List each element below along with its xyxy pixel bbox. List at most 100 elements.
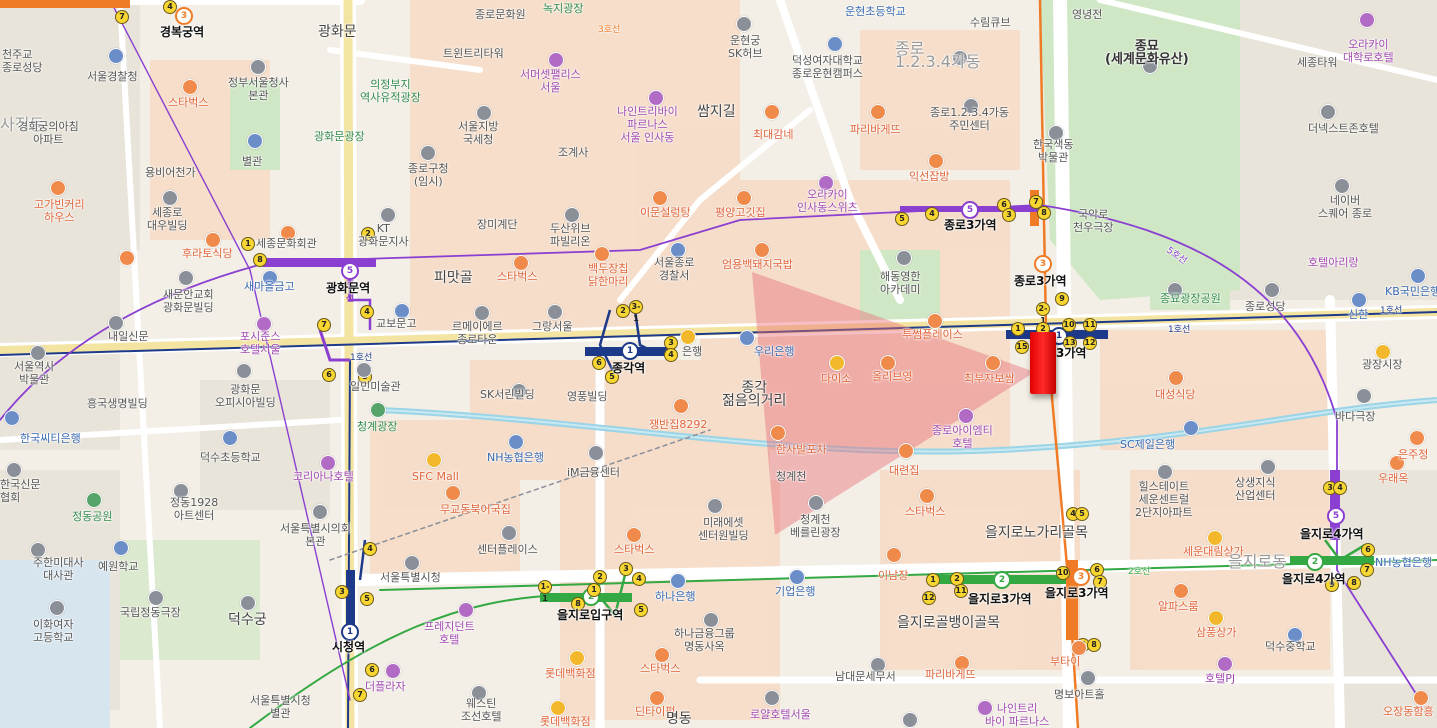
- restaurant-icon[interactable]: [1409, 430, 1425, 446]
- building-icon[interactable]: [501, 525, 517, 541]
- building-icon[interactable]: [896, 250, 912, 266]
- bank-icon[interactable]: [1410, 268, 1426, 284]
- hotel-icon[interactable]: [1359, 12, 1375, 28]
- bank-icon[interactable]: [508, 434, 524, 450]
- building-icon[interactable]: [588, 445, 604, 461]
- bank-icon[interactable]: [1351, 292, 1367, 308]
- label-deoksu-elem: 덕수초등학교: [200, 451, 261, 464]
- building-icon[interactable]: [703, 612, 719, 628]
- building-icon[interactable]: [312, 504, 328, 520]
- shop-icon[interactable]: [880, 355, 896, 371]
- cafe-icon[interactable]: [626, 527, 642, 543]
- building-icon[interactable]: [808, 495, 824, 511]
- cafe-icon[interactable]: [919, 488, 935, 504]
- building-icon[interactable]: [1260, 459, 1276, 475]
- restaurant-icon[interactable]: [652, 190, 668, 206]
- convenience-icon[interactable]: [680, 329, 696, 345]
- hotel-icon[interactable]: [648, 90, 664, 106]
- building-icon[interactable]: [476, 105, 492, 121]
- building-icon[interactable]: [1334, 178, 1350, 194]
- building-icon[interactable]: [736, 16, 752, 32]
- restaurant-icon[interactable]: [1173, 583, 1189, 599]
- restaurant-icon[interactable]: [928, 153, 944, 169]
- school-icon[interactable]: [827, 36, 843, 52]
- bank-icon[interactable]: [789, 569, 805, 585]
- hotel-icon[interactable]: [958, 408, 974, 424]
- building-icon[interactable]: [1320, 104, 1336, 120]
- hotel-icon[interactable]: [458, 602, 474, 618]
- label-daesung: 대성식당: [1155, 388, 1196, 401]
- building-icon[interactable]: [902, 712, 918, 728]
- cafe-icon[interactable]: [927, 313, 943, 329]
- restaurant-icon[interactable]: [594, 246, 610, 262]
- building-icon[interactable]: [420, 145, 436, 161]
- building-icon[interactable]: [30, 345, 46, 361]
- restaurant-icon[interactable]: [205, 232, 221, 248]
- restaurant-icon[interactable]: [649, 690, 665, 706]
- hotel-icon[interactable]: [385, 663, 401, 679]
- building-icon[interactable]: [108, 315, 124, 331]
- embassy-icon[interactable]: [113, 540, 129, 556]
- building-icon[interactable]: [404, 555, 420, 571]
- cafe-icon[interactable]: [513, 255, 529, 271]
- building-icon[interactable]: [1157, 464, 1173, 480]
- shop-icon[interactable]: [829, 355, 845, 371]
- building-icon[interactable]: [564, 207, 580, 223]
- map-view[interactable]: 5호선 1 1 5 3 2 2 3 2 5 1 3 1 8 2 4 7 6 5 …: [0, 0, 1437, 728]
- restaurant-icon[interactable]: [770, 425, 786, 441]
- shop-icon[interactable]: [550, 700, 566, 716]
- restaurant-icon[interactable]: [886, 547, 902, 563]
- building-icon[interactable]: [49, 600, 65, 616]
- label-ihwa: 이화여자 고등학교: [33, 618, 74, 644]
- shop-icon[interactable]: [426, 452, 442, 468]
- restaurant-icon[interactable]: [985, 355, 1001, 371]
- gov-icon[interactable]: [247, 133, 263, 149]
- exit-badge: 5: [360, 592, 374, 606]
- cafe-icon[interactable]: [654, 647, 670, 663]
- restaurant-icon[interactable]: [1071, 640, 1087, 656]
- building-icon[interactable]: [707, 498, 723, 514]
- selected-location-marker[interactable]: [1030, 332, 1056, 394]
- restaurant-icon[interactable]: [445, 485, 461, 501]
- building-icon[interactable]: [250, 59, 266, 75]
- police-icon[interactable]: [108, 48, 124, 64]
- park-icon[interactable]: [370, 402, 386, 418]
- restaurant-icon[interactable]: [736, 190, 752, 206]
- restaurant-icon[interactable]: [898, 443, 914, 459]
- exit-badge: 8: [1087, 638, 1101, 652]
- building-icon[interactable]: [764, 690, 780, 706]
- hotel-icon[interactable]: [1217, 656, 1233, 672]
- bank-icon[interactable]: [739, 330, 755, 346]
- cafe-icon[interactable]: [870, 104, 886, 120]
- hotel-icon[interactable]: [548, 52, 564, 68]
- bank-icon[interactable]: [4, 410, 20, 426]
- landmark-icon[interactable]: [240, 595, 256, 611]
- building-icon[interactable]: [474, 305, 490, 321]
- shop-icon[interactable]: [1208, 610, 1224, 626]
- restaurant-icon[interactable]: [50, 180, 66, 196]
- restaurant-icon[interactable]: [1168, 370, 1184, 386]
- bank-icon[interactable]: [670, 573, 686, 589]
- bank-icon[interactable]: [1183, 420, 1199, 436]
- shop-icon[interactable]: [569, 650, 585, 666]
- building-icon[interactable]: [6, 462, 22, 478]
- building-icon[interactable]: [547, 304, 563, 320]
- restaurant-icon[interactable]: [673, 398, 689, 414]
- restaurant-icon[interactable]: [754, 242, 770, 258]
- building-icon[interactable]: [1264, 282, 1280, 298]
- hotel-icon[interactable]: [320, 455, 336, 471]
- park-icon[interactable]: [86, 492, 102, 508]
- building-icon[interactable]: [178, 270, 194, 286]
- school-icon[interactable]: [222, 430, 238, 446]
- building-icon[interactable]: [1080, 670, 1096, 686]
- building-icon[interactable]: [380, 207, 396, 223]
- shop-icon[interactable]: [1207, 530, 1223, 546]
- restaurant-icon[interactable]: [182, 79, 198, 95]
- building-icon[interactable]: [148, 590, 164, 606]
- cafe-icon[interactable]: [119, 250, 135, 266]
- building-icon[interactable]: [236, 363, 252, 379]
- building-icon[interactable]: [1356, 388, 1372, 404]
- restaurant-icon[interactable]: [1413, 690, 1429, 706]
- restaurant-icon[interactable]: [764, 104, 780, 120]
- building-icon[interactable]: [162, 190, 178, 206]
